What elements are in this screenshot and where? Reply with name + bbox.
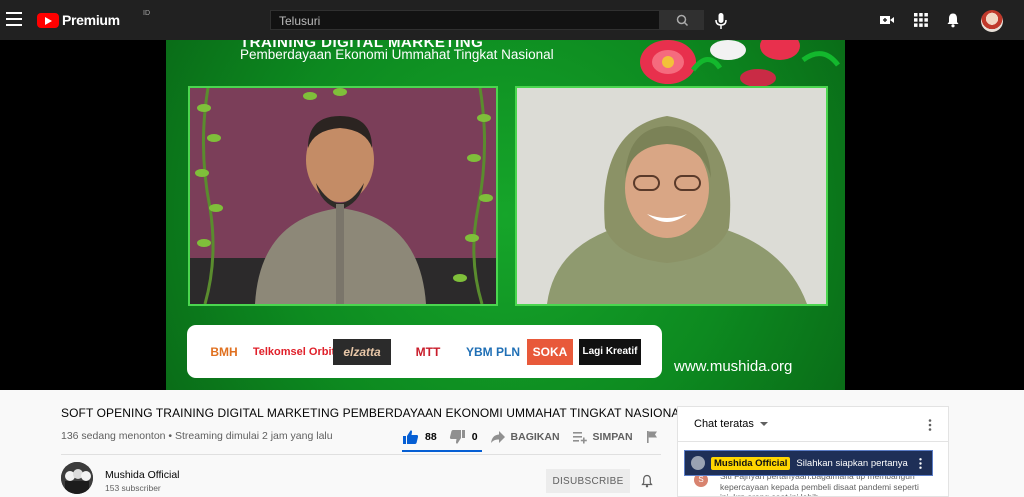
youtube-logo[interactable]: Premium ID <box>37 10 150 29</box>
speaker-right-image <box>517 88 826 304</box>
chat-divider <box>678 441 948 442</box>
sponsor-logo: SOKA <box>527 338 573 365</box>
notifications-icon[interactable] <box>945 12 961 28</box>
pinned-author-avatar <box>691 456 705 470</box>
share-label: BAGIKAN <box>510 431 560 443</box>
speaker-left-video <box>188 86 498 306</box>
chat-header-label: Chat teratas <box>694 418 754 430</box>
flag-icon <box>646 431 657 443</box>
speaker-left-image <box>190 88 496 304</box>
like-button[interactable]: 88 <box>402 426 437 448</box>
sponsor-logo: elzatta <box>333 338 391 365</box>
dislike-count: 0 <box>471 431 478 443</box>
video-player[interactable]: TRAINING DIGITAL MARKETING Pemberdayaan … <box>0 40 1024 390</box>
sponsor-logo: MTT <box>415 344 441 359</box>
search-input[interactable] <box>271 11 657 31</box>
channel-name[interactable]: Mushida Official <box>105 469 180 481</box>
pinned-message-text: Silahkan siapkan pertanyaan <box>796 457 909 469</box>
like-count: 88 <box>425 431 437 443</box>
sponsor-bar: BMH Telkomsel Orbit elzatta MTT YBM PLN … <box>187 325 662 378</box>
video-title: SOFT OPENING TRAINING DIGITAL MARKETING … <box>61 406 687 420</box>
video-actions: 88 0 BAGIKAN SIMPAN <box>402 426 671 448</box>
top-bar: Premium ID <box>0 0 1024 40</box>
sentiment-bar-fill <box>402 450 482 452</box>
account-avatar[interactable] <box>981 10 1003 32</box>
add-to-playlist-icon <box>572 432 587 444</box>
share-icon <box>490 431 505 443</box>
dislike-button[interactable]: 0 <box>449 426 478 448</box>
channel-avatar-image <box>61 462 93 494</box>
create-video-icon[interactable] <box>879 12 895 28</box>
sponsor-logo: Lagi Kreatif <box>579 338 641 365</box>
save-button[interactable]: SIMPAN <box>572 426 633 448</box>
thumbs-up-icon <box>403 430 419 444</box>
sponsor-logo: Telkomsel Orbit <box>252 345 336 358</box>
mic-icon[interactable] <box>712 12 730 30</box>
more-vert-icon[interactable] <box>928 419 932 431</box>
share-button[interactable]: BAGIKAN <box>490 426 560 448</box>
menu-icon[interactable] <box>6 12 22 26</box>
search-icon <box>676 14 689 27</box>
more-vert-icon[interactable] <box>919 458 922 469</box>
chat-filter-dropdown[interactable]: Chat teratas <box>694 418 768 430</box>
unsubscribe-button[interactable]: DISUBSCRIBE <box>546 469 630 493</box>
channel-subscribers: 153 subscriber <box>105 483 161 493</box>
save-label: SIMPAN <box>592 431 633 443</box>
chevron-down-icon <box>759 422 768 426</box>
frame-website: www.mushida.org <box>674 358 793 375</box>
sentiment-bar <box>402 450 482 452</box>
pinned-author-badge: Mushida Official <box>711 456 791 470</box>
sponsor-logo: BMH <box>210 344 238 359</box>
frame-subtitle: Pemberdayaan Ekonomi Ummahat Tingkat Nas… <box>240 47 554 62</box>
flower-decoration <box>640 40 840 86</box>
report-button[interactable] <box>645 426 659 448</box>
video-meta: 136 sedang menonton • Streaming dimulai … <box>61 430 333 442</box>
logo-text: Premium <box>62 12 120 28</box>
speaker-right-video <box>515 86 828 306</box>
search-button[interactable] <box>660 10 704 30</box>
live-chat: Chat teratas S Siti Fajriyah pertanyaan:… <box>677 406 949 497</box>
channel-avatar[interactable] <box>61 462 93 494</box>
logo-country: ID <box>143 10 150 17</box>
notification-bell-icon[interactable] <box>640 474 654 488</box>
video-frame: TRAINING DIGITAL MARKETING Pemberdayaan … <box>166 40 845 390</box>
thumbs-down-icon <box>449 430 465 444</box>
youtube-play-icon <box>37 12 59 28</box>
divider <box>61 454 661 455</box>
pinned-message[interactable]: Mushida Official Silahkan siapkan pertan… <box>684 450 933 476</box>
sponsor-logo: YBM PLN <box>466 344 520 359</box>
apps-icon[interactable] <box>913 12 929 28</box>
search-box <box>270 10 660 31</box>
